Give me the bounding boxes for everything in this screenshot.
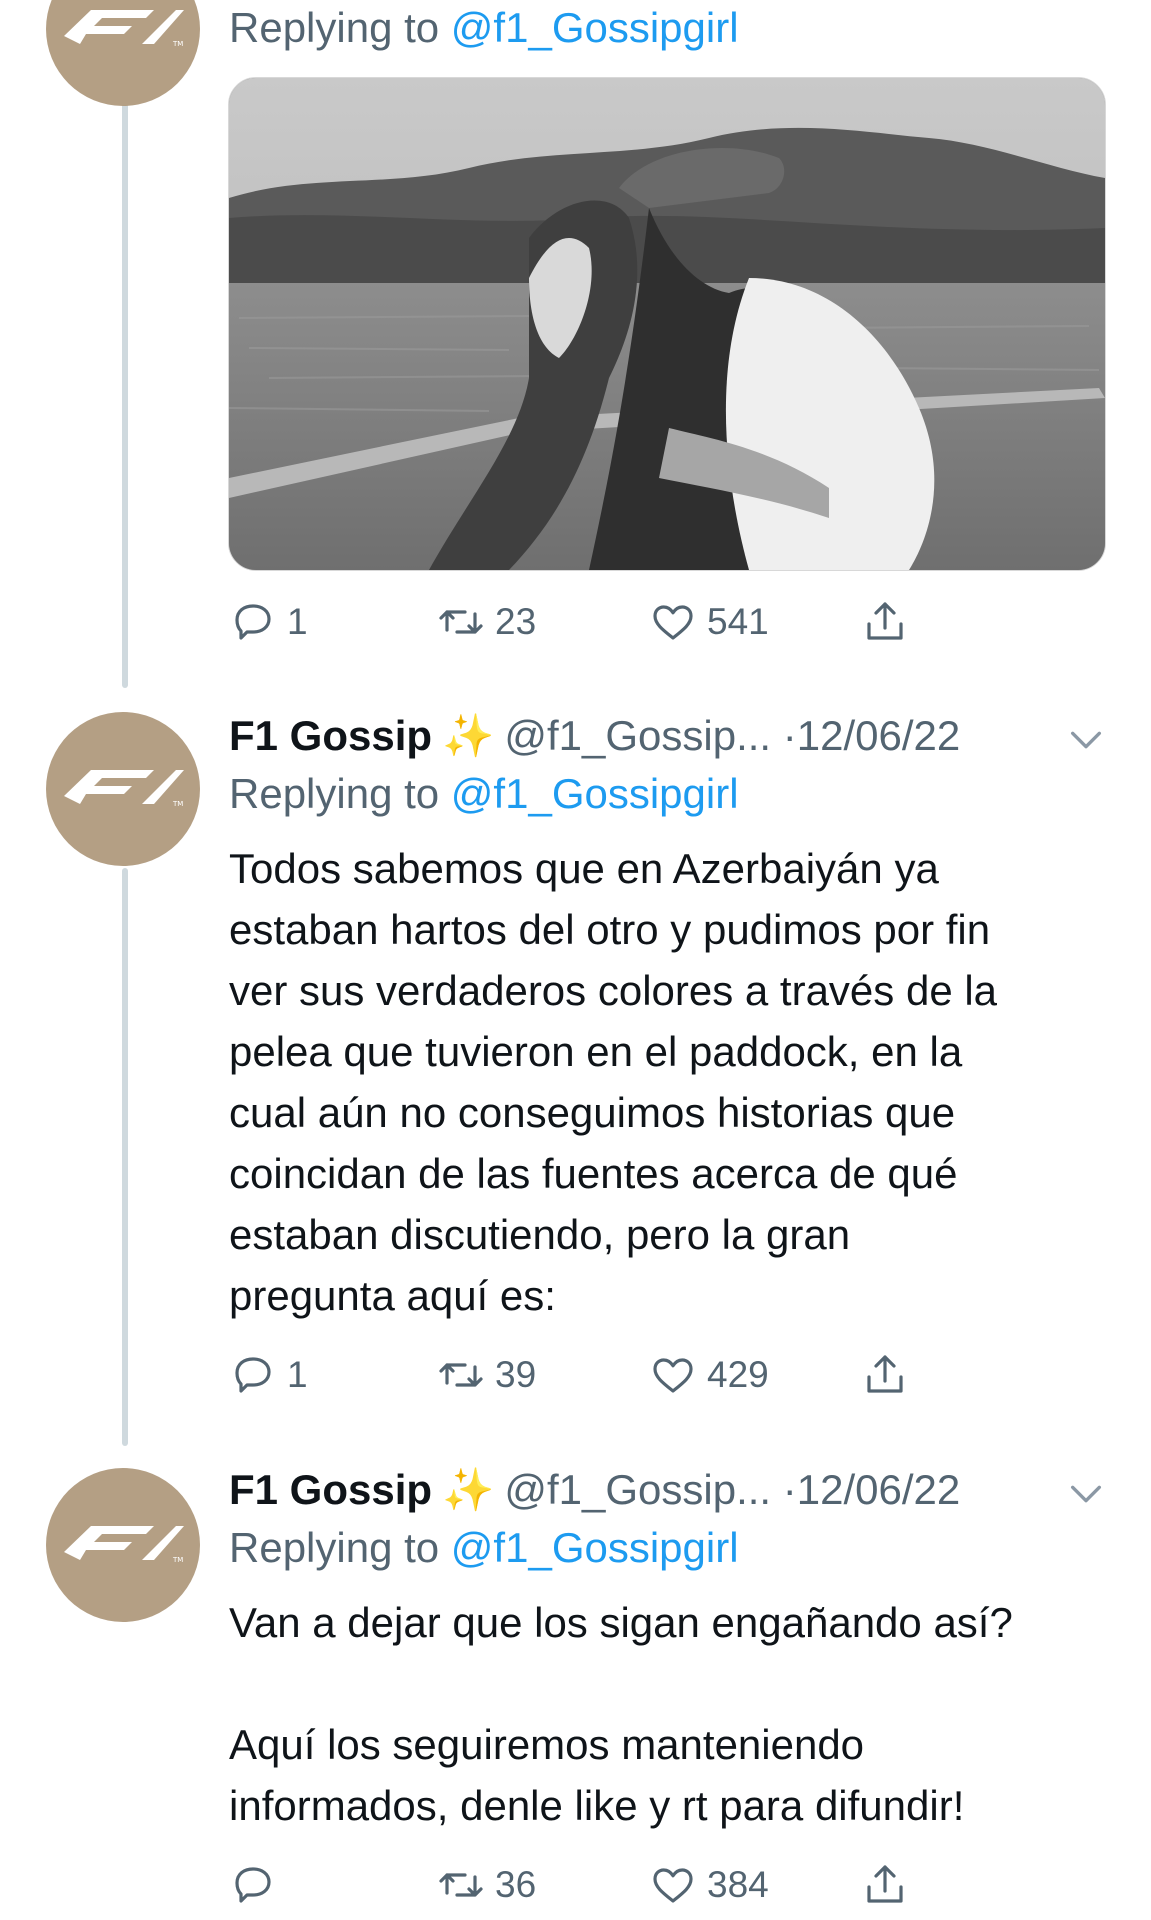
replying-to: Replying to @f1_Gossipgirl [229, 770, 739, 818]
tweet-header: F1 Gossip ✨ @f1_Gossip... ·12/06/22 [229, 1466, 960, 1515]
tweet-photo[interactable] [228, 77, 1106, 571]
heart-icon [653, 1358, 693, 1393]
chevron-down-icon[interactable] [1066, 1474, 1106, 1514]
like-count: 384 [707, 1864, 769, 1905]
reply-count: 1 [287, 1354, 308, 1395]
retweet-count: 36 [495, 1864, 537, 1905]
replying-to: Replying to @f1_Gossipgirl [229, 4, 739, 52]
replying-to: Replying to @f1_Gossipgirl [229, 1524, 739, 1572]
reply-button[interactable] [229, 1858, 287, 1912]
display-name[interactable]: F1 Gossip [229, 1466, 432, 1513]
reply-button[interactable]: 1 [229, 1348, 308, 1402]
avatar[interactable]: TM [46, 712, 200, 866]
sparkles-emoji: ✨ [442, 712, 495, 759]
retweet-button[interactable]: 39 [437, 1348, 536, 1402]
chevron-down-icon[interactable] [1066, 720, 1106, 760]
share-icon [867, 1865, 903, 1903]
retweet-icon [439, 1363, 483, 1387]
like-button[interactable]: 429 [649, 1348, 769, 1402]
retweet-count: 23 [495, 601, 537, 642]
like-count: 541 [707, 601, 769, 642]
reply-button[interactable]: 1 [229, 595, 308, 649]
retweet-count: 39 [495, 1354, 537, 1395]
share-button[interactable] [861, 595, 909, 649]
reply-handle-link[interactable]: @f1_Gossipgirl [451, 1524, 739, 1571]
thread-line [122, 868, 128, 1446]
f1-logo-icon: TM [64, 1526, 184, 1564]
like-button[interactable]: 541 [649, 595, 769, 649]
heart-icon [653, 605, 693, 640]
retweet-button[interactable]: 36 [437, 1858, 536, 1912]
couple-on-boat-photo [229, 78, 1105, 570]
heart-icon [653, 1868, 693, 1903]
tweet-actions: 1 39 429 [229, 1348, 949, 1402]
reply-icon [235, 604, 271, 640]
f1-logo-icon: TM [64, 10, 184, 48]
user-handle[interactable]: @f1_Gossip... [504, 712, 771, 759]
retweet-icon [439, 610, 483, 634]
share-icon [867, 602, 903, 640]
f1-logo-icon: TM [64, 770, 184, 808]
retweet-icon [439, 1873, 483, 1897]
reply-count: 1 [287, 601, 308, 642]
tweet-actions: 36 384 [229, 1858, 949, 1912]
tweet-actions: 1 23 541 [229, 595, 949, 649]
avatar[interactable]: TM [46, 0, 200, 106]
tweet-text: Van a dejar que los sigan engañando así?… [229, 1599, 1013, 1829]
display-name[interactable]: F1 Gossip [229, 712, 432, 759]
svg-text:TM: TM [172, 40, 183, 48]
tweet-header: F1 Gossip ✨ @f1_Gossip... ·12/06/22 [229, 712, 960, 761]
share-icon [867, 1355, 903, 1393]
user-handle[interactable]: @f1_Gossip... [504, 1466, 771, 1513]
like-button[interactable]: 384 [649, 1858, 769, 1912]
svg-text:TM: TM [172, 1556, 183, 1564]
share-button[interactable] [861, 1348, 909, 1402]
replying-to-label: Replying to [229, 1524, 440, 1571]
avatar[interactable]: TM [46, 1468, 200, 1622]
thread-line [122, 100, 128, 688]
reply-icon [235, 1867, 271, 1903]
retweet-button[interactable]: 23 [437, 595, 536, 649]
reply-handle-link[interactable]: @f1_Gossipgirl [451, 770, 739, 817]
like-count: 429 [707, 1354, 769, 1395]
replying-to-label: Replying to [229, 770, 440, 817]
tweet-text: Todos sabemos que en Azerbaiyán ya estab… [229, 845, 998, 1319]
reply-handle-link[interactable]: @f1_Gossipgirl [451, 4, 739, 51]
tweet-date[interactable]: ·12/06/22 [783, 1466, 960, 1513]
sparkles-emoji: ✨ [442, 1466, 495, 1513]
reply-icon [235, 1357, 271, 1393]
share-button[interactable] [861, 1858, 909, 1912]
tweet-date[interactable]: ·12/06/22 [783, 712, 960, 759]
replying-to-label: Replying to [229, 4, 440, 51]
svg-text:TM: TM [172, 800, 183, 808]
